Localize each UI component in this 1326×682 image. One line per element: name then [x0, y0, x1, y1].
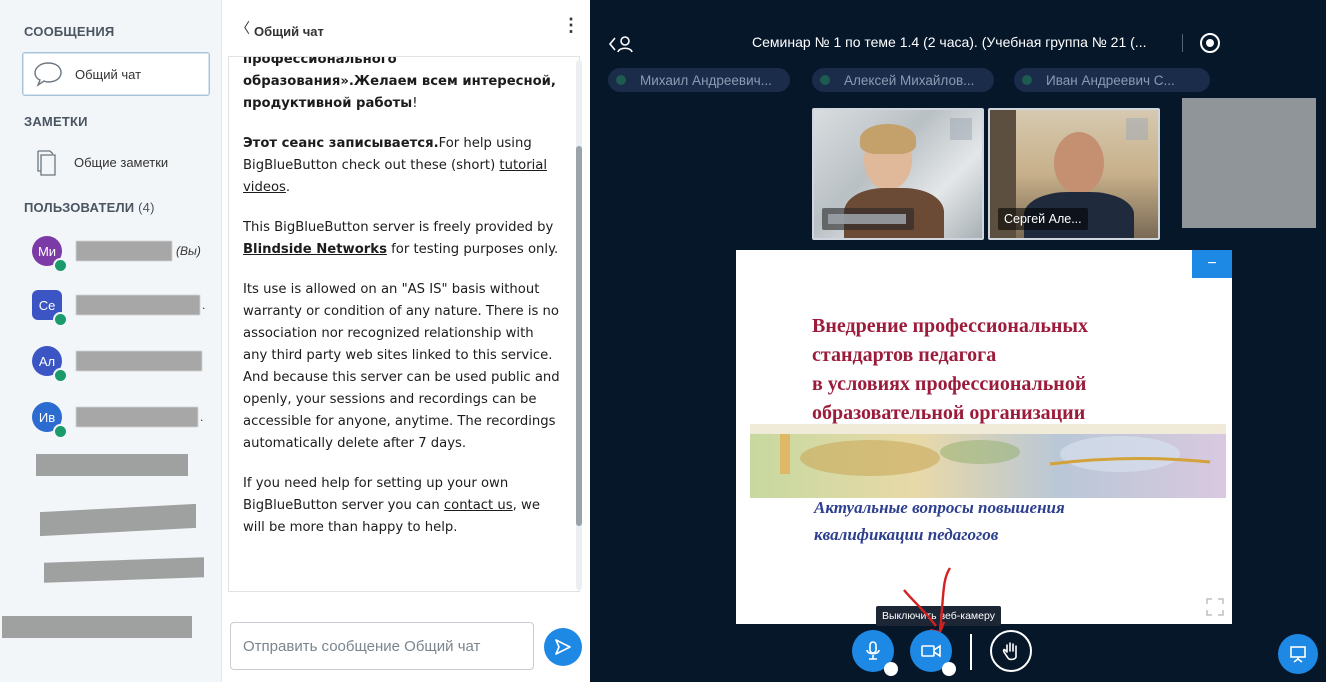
redaction-scribble	[2, 616, 192, 638]
slide-title: Внедрение профессиональных стандартов пе…	[812, 315, 1089, 424]
video-camera-icon	[921, 644, 941, 658]
chat-scrollbar[interactable]	[576, 60, 582, 590]
user-list-item[interactable]: Се .	[32, 290, 216, 327]
redacted-user-name	[76, 351, 202, 371]
chat-bubble-icon	[31, 59, 65, 89]
redacted-user-name	[76, 295, 200, 315]
slide-subtitle: Актуальные вопросы повышения квалификаци…	[814, 498, 1065, 544]
you-label: (Вы)	[176, 244, 201, 258]
webcam-tooltip: Выключить веб-камеру	[876, 606, 1001, 626]
users-section-title: ПОЛЬЗОВАТЕЛИ (4)	[24, 200, 155, 215]
document-icon	[30, 147, 64, 177]
user-list-item[interactable]: Ив .	[32, 402, 216, 439]
redacted-user-name	[76, 407, 198, 427]
meeting-main-area: Семинар № 1 по теме 1.4 (2 часа). (Учебн…	[590, 0, 1326, 682]
avatar: Ив	[32, 402, 68, 439]
user-list-item[interactable]: Ал	[32, 346, 216, 383]
microphone-status-icon	[53, 258, 68, 273]
raise-hand-button[interactable]	[990, 630, 1032, 672]
chevron-up-icon[interactable]	[884, 662, 898, 676]
presentation-slide[interactable]: Внедрение профессиональных стандартов пе…	[736, 250, 1232, 624]
talking-indicator[interactable]: Иван Андреевич С...	[1014, 68, 1210, 92]
microphone-status-icon	[53, 312, 68, 327]
public-chat-item[interactable]: Общий чат	[22, 52, 210, 96]
redacted-user-name	[76, 241, 172, 261]
chat-message-input[interactable]: Отправить сообщение Общий чат	[230, 622, 534, 670]
send-icon	[555, 639, 571, 655]
avatar: Се	[32, 290, 68, 327]
scroll-thumb[interactable]	[576, 146, 582, 526]
public-chat-label: Общий чат	[75, 66, 142, 82]
fullscreen-icon[interactable]	[1126, 118, 1148, 140]
webcam-name-label: Сергей Але...	[998, 208, 1088, 230]
talking-indicator[interactable]: Алексей Михайлов...	[812, 68, 994, 92]
chat-title[interactable]: Общий чат	[254, 24, 324, 39]
session-title: Семинар № 1 по теме 1.4 (2 часа). (Учебн…	[752, 34, 1147, 50]
fullscreen-icon[interactable]	[1204, 596, 1226, 618]
more-options-icon[interactable]: ⋮	[562, 16, 580, 34]
recording-message: Этот сеанс записывается.For help using B…	[243, 136, 548, 195]
contact-us-link[interactable]: contact us	[444, 498, 513, 513]
presentation-icon	[1290, 646, 1306, 663]
toggle-user-list-icon[interactable]	[608, 34, 634, 59]
mute-microphone-button[interactable]	[852, 630, 898, 676]
avatar: Ми	[32, 236, 68, 273]
controls-divider	[970, 634, 972, 670]
help-message: If you need help for setting up your own…	[243, 476, 540, 535]
slide-banner-image	[750, 424, 1226, 498]
chat-panel: 〈 Общий чат ⋮ профессионального образова…	[222, 0, 590, 682]
recording-indicator-icon[interactable]	[1200, 33, 1220, 53]
chat-messages: профессионального образования».Желаем вс…	[228, 56, 580, 592]
as-is-message: Its use is allowed on an "AS IS" basis w…	[243, 282, 560, 451]
welcome-message: профессионального образования».Желаем вс…	[243, 56, 556, 111]
restore-presentation-button[interactable]	[1278, 634, 1318, 674]
redaction-scribble	[36, 454, 188, 476]
webcam-name-label	[822, 208, 914, 230]
redaction-scribble	[40, 503, 196, 537]
shared-notes-label: Общие заметки	[74, 154, 169, 170]
avatar: Ал	[32, 346, 68, 383]
redaction-scribble	[44, 557, 204, 583]
toggle-webcam-button[interactable]	[910, 630, 956, 676]
webcam-video[interactable]	[812, 108, 984, 240]
shared-notes-item[interactable]: Общие заметки	[22, 140, 210, 184]
hand-icon	[1002, 642, 1017, 661]
chevron-up-icon[interactable]	[942, 662, 956, 676]
minimize-presentation-button[interactable]: −	[1192, 250, 1232, 278]
server-info-message: This BigBlueButton server is freely prov…	[243, 220, 559, 257]
talking-indicator[interactable]: Михаил Андреевич...	[608, 68, 790, 92]
microphone-icon	[866, 641, 880, 660]
microphone-status-icon	[53, 368, 68, 383]
blindside-networks-link[interactable]: Blindside Networks	[243, 242, 387, 257]
fullscreen-icon[interactable]	[950, 118, 972, 140]
user-list-item[interactable]: Ми (Вы)	[32, 236, 216, 273]
user-list-sidebar: СООБЩЕНИЯ Общий чат ЗАМЕТКИ Общие заметк…	[0, 0, 222, 682]
chevron-left-icon[interactable]: 〈	[236, 18, 250, 38]
send-message-button[interactable]	[544, 628, 582, 666]
title-divider	[1182, 34, 1183, 52]
microphone-status-icon	[53, 424, 68, 439]
webcam-video[interactable]: Сергей Але...	[988, 108, 1160, 240]
notes-section-title: ЗАМЕТКИ	[24, 114, 88, 129]
redaction-scribble	[1182, 98, 1316, 228]
messages-section-title: СООБЩЕНИЯ	[24, 24, 115, 39]
